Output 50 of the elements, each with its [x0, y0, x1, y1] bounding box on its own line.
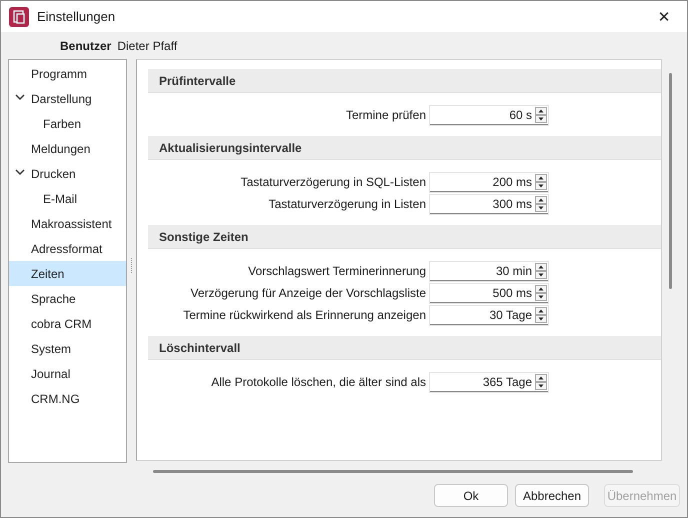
spin-field[interactable]: 60 s — [430, 106, 548, 124]
sidebar-item[interactable]: Adressformat — [9, 236, 126, 261]
field-label: Tastaturverzögerung in SQL-Listen — [240, 175, 426, 189]
dialog-button[interactable]: Ok — [434, 484, 508, 507]
spin-arrows-icon[interactable] — [535, 106, 547, 122]
user-name: Dieter Pfaff — [117, 38, 178, 52]
sidebar-item[interactable]: cobra CRM — [9, 311, 126, 336]
chevron-down-icon[interactable] — [15, 169, 25, 176]
chevron-down-icon[interactable] — [15, 94, 25, 101]
section-header: Prüfintervalle — [148, 69, 661, 93]
sidebar-item[interactable]: Zeiten — [9, 261, 126, 286]
spin-field[interactable]: 200 ms — [430, 172, 548, 192]
sidebar-item[interactable]: Darstellung — [9, 86, 126, 111]
app-icon — [9, 6, 29, 26]
sidebar-item[interactable]: Sprache — [9, 286, 126, 311]
spin-field[interactable]: 300 ms — [430, 194, 548, 214]
sidebar-item[interactable]: Journal — [9, 361, 126, 386]
sidebar-item[interactable]: Drucken — [9, 161, 126, 186]
sidebar-item[interactable]: Meldungen — [9, 136, 126, 161]
dialog-button[interactable]: Abbrechen — [515, 484, 589, 507]
spin-arrows-icon[interactable] — [535, 306, 547, 322]
spin-field[interactable]: 500 ms — [430, 284, 548, 302]
spin-arrows-icon[interactable] — [535, 262, 547, 278]
spin-field[interactable]: 30 min — [430, 262, 548, 280]
sidebar-item[interactable]: E-Mail — [9, 186, 126, 211]
sidebar-item[interactable]: Makroassistent — [9, 211, 126, 236]
section-header: Aktualisierungsintervalle — [148, 136, 661, 160]
scrollbar-thumb[interactable] — [668, 73, 672, 289]
window-title: Einstellungen — [37, 9, 116, 24]
user-label: Benutzer — [60, 38, 112, 52]
spin-arrows-icon[interactable] — [535, 374, 547, 390]
field-label: Vorschlagswert Terminerinnerung — [248, 264, 426, 278]
field-label: Verzögerung für Anzeige der Vorschlagsliste — [190, 286, 426, 300]
spin-arrows-icon[interactable] — [535, 196, 547, 212]
field-label: Termine prüfen — [346, 108, 426, 122]
close-button[interactable]: ✕ — [641, 1, 687, 32]
section-header: Sonstige Zeiten — [148, 225, 661, 249]
sidebar-item[interactable]: Programm — [9, 61, 126, 86]
field-label: Termine rückwirkend als Erinnerung anzeigen — [183, 308, 426, 322]
sidebar-item[interactable]: Farben — [9, 111, 126, 136]
field-label: Tastaturverzögerung in Listen — [268, 197, 426, 211]
spin-arrows-icon[interactable] — [535, 284, 547, 300]
spin-field[interactable]: 365 Tage — [430, 372, 548, 392]
sidebar-item[interactable]: System — [9, 336, 126, 361]
spin-arrows-icon[interactable] — [535, 174, 547, 190]
spin-field[interactable]: 30 Tage — [430, 306, 548, 324]
section-header: Löschintervall — [148, 336, 661, 360]
sidebar-item[interactable]: CRM.NG — [9, 386, 126, 411]
scrollbar-thumb[interactable] — [153, 470, 633, 472]
field-label: Alle Protokolle löschen, die älter sind als — [211, 375, 426, 389]
